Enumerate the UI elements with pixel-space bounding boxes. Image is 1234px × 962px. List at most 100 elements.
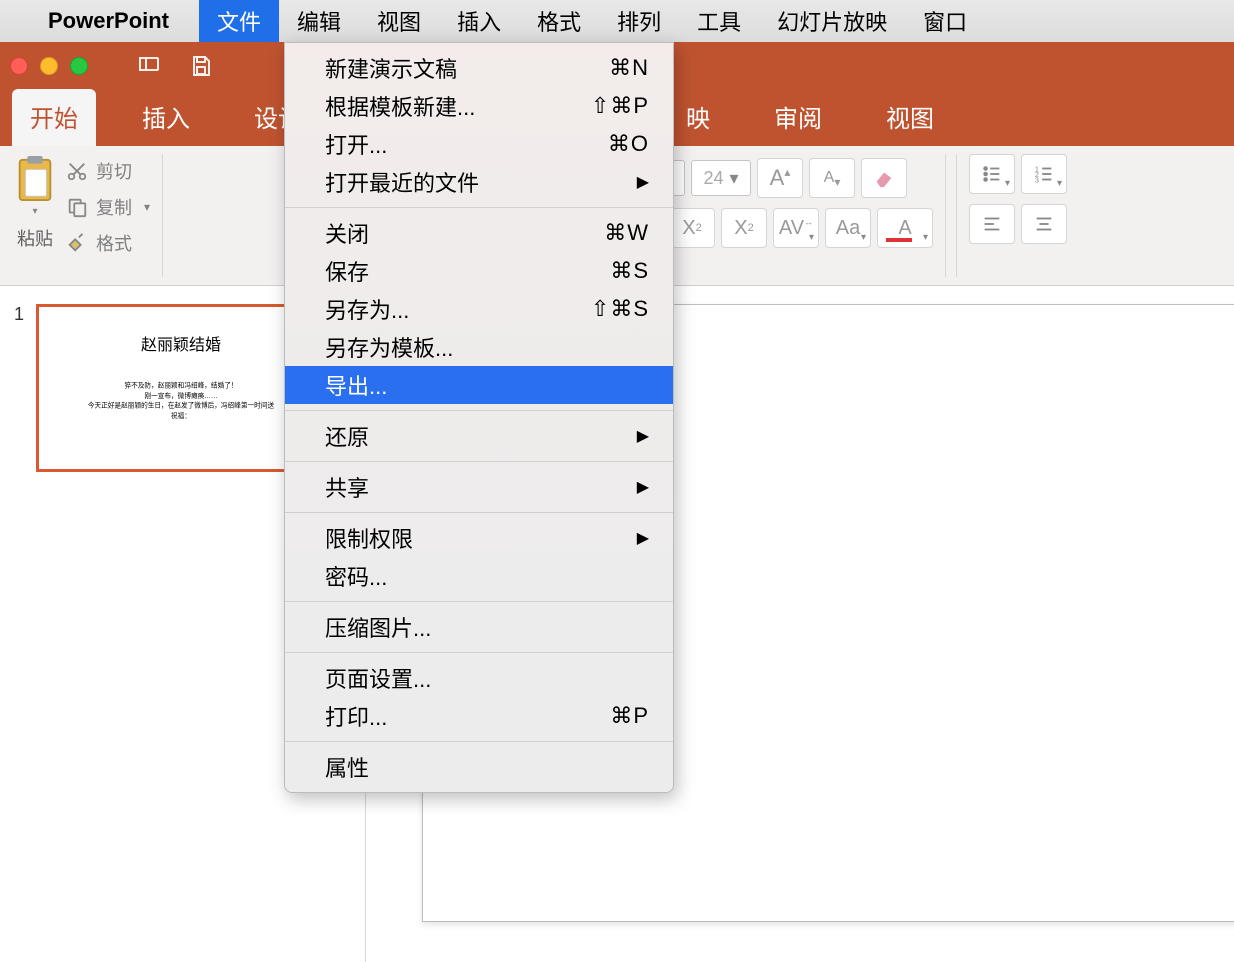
- paste-label: 粘贴: [17, 225, 53, 251]
- menubar-tools[interactable]: 工具: [679, 0, 759, 42]
- submenu-arrow-icon: ▶: [637, 477, 649, 497]
- menu-item-shortcut: ⌘O: [608, 131, 649, 157]
- file-menu-item[interactable]: 新建演示文稿⌘N: [285, 49, 673, 87]
- align-center-button[interactable]: [1021, 204, 1067, 244]
- menu-item-label: 导出...: [325, 369, 387, 401]
- menu-item-label: 共享: [325, 471, 369, 503]
- file-menu-item[interactable]: 保存 ⌘S: [285, 252, 673, 290]
- menubar-file[interactable]: 文件: [199, 0, 279, 42]
- file-menu-item[interactable]: 打开... ⌘O: [285, 125, 673, 163]
- menu-item-shortcut: ⌘W: [604, 220, 649, 246]
- thumb-body: 猝不及防，赵丽颖和冯绍峰，结婚了！ 刚一宣布，微博瘫痪…… 今天正好是赵丽颖的生…: [58, 382, 305, 422]
- tab-view[interactable]: 视图: [868, 89, 952, 146]
- file-menu-item[interactable]: 还原 ▶: [285, 417, 673, 455]
- menubar-slideshow[interactable]: 幻灯片放映: [759, 0, 905, 42]
- menu-separator: [285, 410, 673, 411]
- file-menu-item[interactable]: 压缩图片...: [285, 608, 673, 646]
- clipboard-group: ▾ 粘贴 剪切 复制 格式: [12, 154, 163, 277]
- paragraph-group: 123: [956, 154, 1067, 277]
- file-menu-item[interactable]: 属性: [285, 748, 673, 786]
- menu-item-label: 另存为模板...: [325, 331, 453, 363]
- qat-save-icon[interactable]: [180, 48, 222, 84]
- copy-button[interactable]: 复制: [66, 194, 150, 220]
- format-painter-button[interactable]: 格式: [66, 230, 150, 256]
- clear-format-button[interactable]: [861, 158, 907, 198]
- char-spacing-button[interactable]: AV↔: [773, 208, 819, 248]
- menu-separator: [285, 601, 673, 602]
- cut-button[interactable]: 剪切: [66, 158, 150, 184]
- menu-item-label: 打印...: [325, 700, 387, 732]
- menu-item-label: 压缩图片...: [325, 611, 431, 643]
- file-menu-item[interactable]: 另存为模板...: [285, 328, 673, 366]
- menu-item-label: 打开...: [325, 128, 387, 160]
- file-menu-item[interactable]: 导出...: [285, 366, 673, 404]
- close-window-button[interactable]: [10, 57, 28, 75]
- increase-font-button[interactable]: A▴: [757, 158, 803, 198]
- subscript-button[interactable]: X2: [721, 208, 767, 248]
- menu-separator: [285, 461, 673, 462]
- menu-item-label: 还原: [325, 420, 369, 452]
- menu-item-shortcut: ⌘P: [610, 703, 649, 729]
- svg-text:3: 3: [1035, 175, 1039, 184]
- menubar-arrange[interactable]: 排列: [599, 0, 679, 42]
- slide-thumbnail[interactable]: 赵丽颖结婚 猝不及防，赵丽颖和冯绍峰，结婚了！ 刚一宣布，微博瘫痪…… 今天正好…: [36, 304, 326, 472]
- numbering-button[interactable]: 123: [1021, 154, 1067, 194]
- superscript-button[interactable]: X2: [669, 208, 715, 248]
- paste-button[interactable]: ▾ 粘贴: [12, 154, 58, 251]
- file-menu-item[interactable]: 共享 ▶: [285, 468, 673, 506]
- submenu-arrow-icon: ▶: [637, 172, 649, 192]
- menu-separator: [285, 741, 673, 742]
- menubar-insert[interactable]: 插入: [439, 0, 519, 42]
- menu-item-label: 新建演示文稿: [325, 52, 457, 84]
- align-left-button[interactable]: [969, 204, 1015, 244]
- menu-item-label: 另存为...: [325, 293, 409, 325]
- copy-label: 复制: [96, 194, 132, 220]
- font-color-button[interactable]: A: [877, 208, 933, 248]
- menu-item-label: 页面设置...: [325, 662, 431, 694]
- file-menu-item[interactable]: 打印... ⌘P: [285, 697, 673, 735]
- tab-insert[interactable]: 插入: [124, 89, 208, 146]
- bullets-button[interactable]: [969, 154, 1015, 194]
- thumb-title: 赵丽颖结婚: [51, 331, 311, 355]
- menu-item-shortcut: ⇧⌘P: [591, 93, 649, 119]
- format-painter-label: 格式: [96, 230, 132, 256]
- menu-item-label: 打开最近的文件: [325, 166, 479, 198]
- minimize-window-button[interactable]: [40, 57, 58, 75]
- menu-item-label: 密码...: [325, 560, 387, 592]
- menubar-edit[interactable]: 编辑: [279, 0, 359, 42]
- qat-presentation-icon[interactable]: [128, 48, 170, 84]
- app-name[interactable]: PowerPoint: [48, 8, 169, 34]
- menu-item-label: 属性: [325, 751, 369, 783]
- decrease-font-button[interactable]: A▾: [809, 158, 855, 198]
- mac-menubar: PowerPoint 文件 编辑 视图 插入 格式 排列 工具 幻灯片放映 窗口: [0, 0, 1234, 42]
- tab-home[interactable]: 开始: [12, 89, 96, 146]
- file-menu-item[interactable]: 另存为... ⇧⌘S: [285, 290, 673, 328]
- submenu-arrow-icon: ▶: [637, 528, 649, 548]
- cut-label: 剪切: [96, 158, 132, 184]
- font-size-value: 24: [703, 168, 723, 189]
- file-menu-item[interactable]: 限制权限 ▶: [285, 519, 673, 557]
- zoom-window-button[interactable]: [70, 57, 88, 75]
- file-menu-item[interactable]: 关闭 ⌘W: [285, 214, 673, 252]
- slide-number: 1: [14, 304, 24, 944]
- menu-separator: [285, 512, 673, 513]
- file-menu-item[interactable]: 打开最近的文件 ▶: [285, 163, 673, 201]
- menu-separator: [285, 207, 673, 208]
- file-menu-item[interactable]: 密码...: [285, 557, 673, 595]
- submenu-arrow-icon: ▶: [637, 426, 649, 446]
- menu-item-label: 根据模板新建...: [325, 90, 475, 122]
- menubar-format[interactable]: 格式: [519, 0, 599, 42]
- menubar-view[interactable]: 视图: [359, 0, 439, 42]
- menu-item-label: 限制权限: [325, 522, 413, 554]
- change-case-button[interactable]: Aa: [825, 208, 871, 248]
- menu-item-label: 关闭: [325, 217, 369, 249]
- file-menu-item[interactable]: 根据模板新建... ⇧⌘P: [285, 87, 673, 125]
- file-menu-item[interactable]: 页面设置...: [285, 659, 673, 697]
- menu-item-shortcut: ⌘S: [610, 258, 649, 284]
- menu-item-shortcut: ⇧⌘S: [591, 296, 649, 322]
- font-size-combo[interactable]: 24▾: [691, 160, 751, 196]
- tab-slideshow-partial[interactable]: 映: [668, 89, 728, 146]
- tab-review[interactable]: 审阅: [756, 89, 840, 146]
- menubar-window[interactable]: 窗口: [905, 0, 985, 42]
- menu-item-label: 保存: [325, 255, 369, 287]
